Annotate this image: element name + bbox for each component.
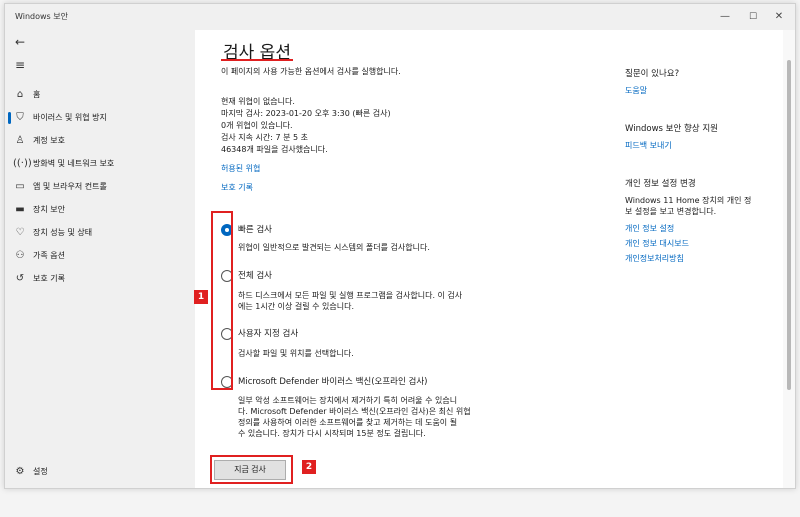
scrollbar[interactable] xyxy=(783,30,795,488)
home-icon: ⌂ xyxy=(16,89,24,100)
minimize-icon[interactable]: — xyxy=(717,9,733,25)
maximize-icon[interactable]: ☐ xyxy=(745,9,761,25)
privacy-dashboard-link[interactable]: 개인 정보 대시보드 xyxy=(625,238,689,249)
allowed-threats-link[interactable]: 허용된 위협 xyxy=(221,163,260,174)
annotation-badge-2: 2 xyxy=(302,460,316,474)
option-description: 하드 디스크에서 모든 파일 및 실행 프로그램을 검사합니다. 이 검사 xyxy=(238,291,463,300)
sidebar-item-account-protection[interactable]: ♙ 계정 보호 xyxy=(5,130,195,152)
scrollbar-thumb[interactable] xyxy=(787,60,791,390)
status-line: 마지막 검사: 2023-01-20 오후 3:30 (빠른 검사) xyxy=(221,109,391,118)
sidebar-item-label: 바이러스 및 위협 방지 xyxy=(33,113,107,122)
sidebar-item-family[interactable]: ⚇ 가족 옵션 xyxy=(5,245,195,267)
option-description: 수 있습니다. 장치가 다시 시작되며 15분 정도 걸립니다. xyxy=(238,429,426,438)
status-line: 0개 위협이 있습니다. xyxy=(221,121,293,130)
sidebar-item-device-health[interactable]: ♡ 장치 성능 및 상태 xyxy=(5,222,195,244)
full-scan-label: 전체 검사 xyxy=(238,271,272,281)
sidebar-item-label: 방화벽 및 네트워크 보호 xyxy=(33,159,115,168)
help-link[interactable]: 도움말 xyxy=(625,85,647,96)
quick-scan-label: 빠른 검사 xyxy=(238,225,272,235)
sidebar-item-label: 설정 xyxy=(33,467,48,476)
privacy-settings-link[interactable]: 개인 정보 설정 xyxy=(625,223,674,234)
wifi-icon: ((·)) xyxy=(13,158,32,169)
sidebar-item-label: 홈 xyxy=(33,90,41,99)
sidebar: ← ≡ ⌂ 홈 ⛉ 바이러스 및 위협 방지 ♙ 계정 보호 ((·)) 방화벽… xyxy=(5,30,195,488)
history-icon: ↺ xyxy=(15,273,25,284)
help-heading: 질문이 있나요? xyxy=(625,69,680,79)
page-subtitle: 이 페이지의 사용 가능한 옵션에서 검사를 실행합니다. xyxy=(221,67,401,76)
back-arrow-icon[interactable]: ← xyxy=(13,35,27,49)
option-description: 일부 악성 소프트웨어는 장치에서 제거하기 특히 어려울 수 있습니 xyxy=(238,396,458,405)
privacy-heading: 개인 정보 설정 변경 xyxy=(625,179,696,189)
option-description: 다. Microsoft Defender 바이러스 백신(오프라인 검사)은 … xyxy=(238,407,471,416)
privacy-description: 보 설정을 보고 변경합니다. xyxy=(625,207,717,216)
sidebar-item-virus-protection[interactable]: ⛉ 바이러스 및 위협 방지 xyxy=(5,107,195,129)
sidebar-item-label: 보호 기록 xyxy=(33,274,65,283)
title-bar: Windows 보안 — ☐ ✕ xyxy=(5,4,795,30)
offline-scan-label: Microsoft Defender 바이러스 백신(오프라인 검사) xyxy=(238,377,428,387)
person-icon: ♙ xyxy=(15,135,25,146)
annotation-badge-1: 1 xyxy=(194,290,208,304)
privacy-description: Windows 11 Home 장치의 개인 정 xyxy=(625,196,752,205)
custom-scan-label: 사용자 지정 검사 xyxy=(238,329,299,339)
option-description: 정의를 사용하여 이러한 소프트웨어를 찾고 제거하는 데 도움이 될 xyxy=(238,418,458,427)
status-line: 현재 위협이 없습니다. xyxy=(221,97,295,106)
gear-icon: ⚙ xyxy=(15,466,25,477)
option-description: 검사할 파일 및 위치를 선택합니다. xyxy=(238,349,354,358)
main-content: 검사 옵션 이 페이지의 사용 가능한 옵션에서 검사를 실행합니다. 현재 위… xyxy=(195,30,785,488)
scan-now-button[interactable]: 지금 검사 xyxy=(214,460,286,480)
sidebar-item-protection-history[interactable]: ↺ 보호 기록 xyxy=(5,268,195,290)
sidebar-item-label: 가족 옵션 xyxy=(33,251,65,260)
sidebar-item-label: 장치 성능 및 상태 xyxy=(33,228,93,237)
status-line: 46348개 파일을 검사했습니다. xyxy=(221,145,328,154)
sidebar-item-label: 장치 보안 xyxy=(33,205,65,214)
status-line: 검사 지속 시간: 7 분 5 초 xyxy=(221,133,309,142)
heart-icon: ♡ xyxy=(15,227,25,238)
family-icon: ⚇ xyxy=(15,250,25,261)
window-title: Windows 보안 xyxy=(15,12,68,21)
protection-history-link[interactable]: 보호 기록 xyxy=(221,182,253,193)
sidebar-item-settings[interactable]: ⚙ 설정 xyxy=(5,461,195,483)
improve-heading: Windows 보안 향상 지원 xyxy=(625,124,718,134)
close-icon[interactable]: ✕ xyxy=(771,9,787,25)
title-highlight-underline xyxy=(221,59,293,61)
sidebar-item-label: 계정 보호 xyxy=(33,136,65,145)
sidebar-item-firewall[interactable]: ((·)) 방화벽 및 네트워크 보호 xyxy=(5,153,195,175)
sidebar-item-label: 앱 및 브라우저 컨트롤 xyxy=(33,182,107,191)
laptop-icon: ▬ xyxy=(15,204,25,215)
feedback-link[interactable]: 피드백 보내기 xyxy=(625,140,672,151)
privacy-statement-link[interactable]: 개인정보처리방침 xyxy=(625,253,684,264)
option-description: 위협이 일반적으로 발견되는 시스템의 폴더를 검사합니다. xyxy=(238,243,430,252)
hamburger-menu-icon[interactable]: ≡ xyxy=(13,58,27,72)
shield-icon: ⛉ xyxy=(16,112,24,123)
option-description: 에는 1시간 이상 걸릴 수 있습니다. xyxy=(238,302,355,311)
app-window: Windows 보안 — ☐ ✕ ← ≡ ⌂ 홈 ⛉ 바이러스 및 위협 방지 … xyxy=(4,3,796,489)
radio-options-highlight-box xyxy=(211,211,233,390)
sidebar-item-home[interactable]: ⌂ 홈 xyxy=(5,84,195,106)
sidebar-item-device-security[interactable]: ▬ 장치 보안 xyxy=(5,199,195,221)
sidebar-item-app-browser[interactable]: ▭ 앱 및 브라우저 컨트롤 xyxy=(5,176,195,198)
app-window-icon: ▭ xyxy=(15,181,25,192)
selection-indicator xyxy=(8,112,11,124)
